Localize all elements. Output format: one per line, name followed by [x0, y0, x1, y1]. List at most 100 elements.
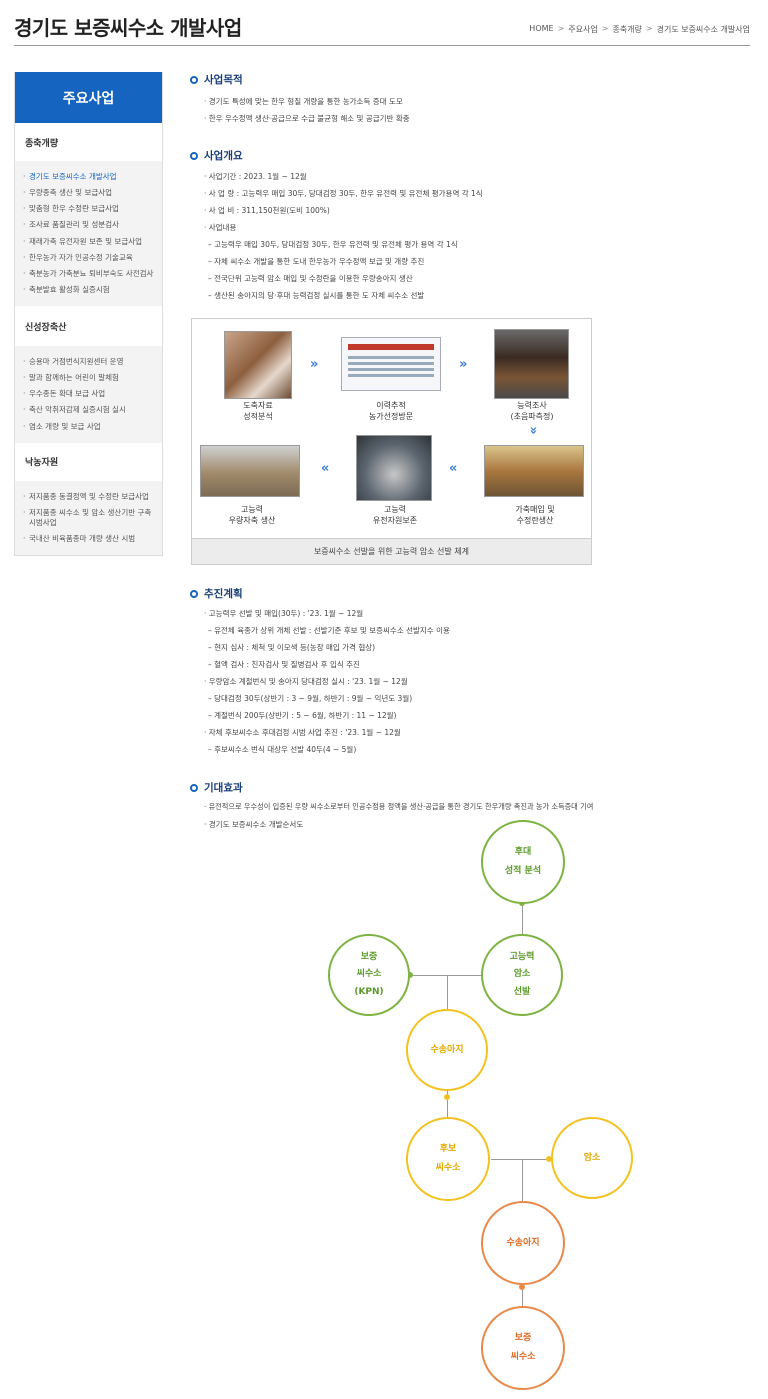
section-title-purpose: 사업목적: [190, 72, 243, 87]
photo-traceability-document: [341, 337, 441, 391]
node-kpn-bull: 보증 씨수소 (KPN): [328, 934, 410, 1016]
breadcrumb-separator: >: [645, 24, 653, 33]
diagram-connector: [522, 1287, 523, 1307]
plan-line: · 우량암소 계절번식 및 송아지 당대검정 실시 : '23. 1월 ~ 12…: [204, 677, 408, 686]
node-bull-calf-1: 수송아지: [406, 1009, 488, 1091]
sidebar-item[interactable]: 승용마 거점번식지원센터 운영: [15, 354, 162, 370]
section-bullet-icon: [190, 783, 198, 792]
flow-step-label: 고능력 우량자축 생산: [228, 505, 276, 525]
plan-subline: – 현지 심사 : 체척 및 이모색 등(농장 매입 가격 협상): [208, 643, 376, 652]
overview-subline: – 생산된 송아지의 당·후대 능력검정 실시를 통한 도 자체 씨수소 선발: [208, 291, 425, 300]
purpose-line: · 경기도 특성에 맞는 한우 형질 개량을 통한 농가소득 증대 도모: [204, 97, 403, 106]
section-title-text: 추진계획: [204, 588, 243, 600]
flow-caption: 보증씨수소 선발을 위한 고능력 암소 선발 체계: [192, 538, 591, 564]
effect-line: · 경기도 보증씨수소 개발순서도: [204, 820, 304, 829]
node-cow: 암소: [551, 1117, 633, 1199]
diagram-connector: [522, 1159, 523, 1201]
photo-calf-production: [200, 445, 300, 497]
sidebar: 주요사업 종축개량 경기도 보증씨수소 개발사업 우량종축 생산 및 보급사업 …: [14, 72, 163, 557]
node-progeny-analysis: 후대 성적 분석: [481, 820, 565, 904]
sidebar-item[interactable]: 말과 함께하는 어린이 말체험: [15, 370, 162, 386]
overview-subline: – 전국단위 고능력 암소 매입 및 수정란을 이용한 우량송아지 생산: [208, 274, 413, 283]
chevron-left-icon: «: [449, 461, 458, 476]
plan-subline: – 당대검정 30두(상반기 : 3 ~ 9월, 하반기 : 9월 ~ 익년도 …: [208, 694, 413, 703]
sidebar-group-new-growth[interactable]: 신성장축산: [15, 306, 162, 346]
sidebar-group-livestock[interactable]: 종축개량: [15, 123, 162, 161]
section-title-effect: 기대효과: [190, 780, 243, 795]
breadcrumb: HOME > 주요사업 > 종축개량 > 경기도 보증씨수소 개발사업: [529, 24, 750, 35]
photo-carcass-data: [224, 331, 292, 399]
sidebar-item-bojeung[interactable]: 경기도 보증씨수소 개발사업: [15, 169, 162, 185]
sidebar-item[interactable]: 저지품종 씨수소 및 암소 생산기반 구축 시범사업: [15, 505, 162, 531]
sidebar-item[interactable]: 한우농가 자가 인공수정 기술교육: [15, 250, 162, 266]
selection-flow-figure: » » 도축자료 성적분석 이력추적 농가선정방문 능력조사 (초음파측정) » « …: [191, 318, 592, 565]
flow-step-label: 능력조사 (초음파측정): [510, 401, 554, 421]
section-title-text: 사업개요: [204, 150, 243, 162]
sidebar-item[interactable]: 염소 개량 및 보급 사업: [15, 419, 162, 435]
plan-subline: – 후보씨수소 번식 대상우 선발 40두(4 ~ 5월): [208, 745, 357, 754]
overview-line: · 사업기간 : 2023. 1월 ~ 12월: [204, 172, 307, 181]
sidebar-item[interactable]: 국내산 비육품종마 개량 생산 시범: [15, 531, 162, 547]
breadcrumb-separator: >: [601, 24, 609, 33]
node-elite-cow-selection: 고능력 암소 선발: [481, 934, 563, 1016]
sidebar-title: 주요사업: [15, 72, 162, 123]
node-candidate-bull: 후보 씨수소: [406, 1117, 490, 1201]
sidebar-item[interactable]: 우수종돈 확대 보급 사업: [15, 386, 162, 402]
breadcrumb-separator: >: [557, 24, 565, 33]
breadcrumb-main-business[interactable]: 주요사업: [568, 24, 597, 35]
chevron-right-icon: »: [310, 357, 319, 372]
page-title: 경기도 보증씨수소 개발사업: [14, 16, 242, 40]
sidebar-item[interactable]: 축분발효 활성화 실증시험: [15, 282, 162, 298]
sidebar-item[interactable]: 축분농가 가축분뇨 퇴비부숙도 사전검사: [15, 266, 162, 282]
sidebar-item[interactable]: 재래가축 유전자원 보존 및 보급사업: [15, 234, 162, 250]
flow-step-label: 고능력 유전자원보존: [372, 505, 418, 525]
overview-line: · 사 업 량 : 고능력우 매입 30두, 당대검정 30두, 한우 유전력 …: [204, 189, 483, 198]
header-divider: [14, 45, 750, 46]
section-bullet-icon: [190, 75, 198, 84]
diagram-connector: [522, 903, 523, 935]
diagram-connector: [447, 975, 448, 1009]
sidebar-list-livestock: 경기도 보증씨수소 개발사업 우량종축 생산 및 보급사업 맞춤형 한우 수정란…: [15, 161, 162, 306]
chevron-right-icon: »: [459, 357, 468, 372]
flow-step-label: 가축매입 및 수정란생산: [515, 505, 555, 525]
section-bullet-icon: [190, 151, 198, 160]
sidebar-list-dairy: 저지품종 동결정액 및 수정란 보급사업 저지품종 씨수소 및 암소 생산기반 …: [15, 480, 162, 556]
overview-subline: – 자체 씨수소 개발을 통한 도내 한우농가 우수정액 보급 및 개량 추진: [208, 257, 425, 266]
section-title-text: 기대효과: [204, 782, 243, 794]
sidebar-item[interactable]: 우량종축 생산 및 보급사업: [15, 185, 162, 201]
sidebar-item[interactable]: 축산 악취저감제 실증시험 실시: [15, 402, 162, 418]
section-bullet-icon: [190, 589, 198, 598]
node-bull-calf-2: 수송아지: [481, 1201, 565, 1285]
breadcrumb-livestock-improvement[interactable]: 종축개량: [612, 24, 641, 35]
flow-step-label: 도축자료 성적분석: [243, 401, 273, 421]
overview-line: · 사 업 비 : 311,150천원(도비 100%): [204, 206, 330, 215]
chevron-left-icon: «: [321, 461, 330, 476]
sidebar-group-dairy[interactable]: 낙농자원: [15, 443, 162, 481]
photo-ultrasound-measurement: [494, 329, 569, 399]
overview-subline: – 고능력우 매입 30두, 당대검정 30두, 한우 유전력 및 유전체 평가…: [208, 240, 458, 249]
photo-genetic-resource-storage: [356, 435, 432, 501]
plan-subline: – 혈액 검사 : 친자검사 및 질병검사 후 입식 추진: [208, 660, 360, 669]
breadcrumb-current: 경기도 보증씨수소 개발사업: [656, 25, 750, 34]
plan-subline: – 유전체 육종가 상위 개체 선발 : 선발기준 후보 및 보증씨수소 선발지…: [208, 626, 450, 635]
diagram-connector: [410, 975, 481, 976]
breadcrumb-home[interactable]: HOME: [529, 24, 553, 35]
sidebar-list-new-growth: 승용마 거점번식지원센터 운영 말과 함께하는 어린이 말체험 우수종돈 확대 …: [15, 346, 162, 443]
section-title-plan: 추진계획: [190, 586, 243, 601]
plan-line: · 자체 후보씨수소 후대검정 시범 사업 추진 : '23. 1월 ~ 12월: [204, 728, 401, 737]
chevron-down-icon: »: [525, 426, 541, 435]
sidebar-item[interactable]: 저지품종 동결정액 및 수정란 보급사업: [15, 489, 162, 505]
connector-dot: [444, 1094, 450, 1100]
node-proven-bull: 보증 씨수소: [481, 1306, 565, 1390]
plan-subline: – 계절번식 200두(상반기 : 5 ~ 6월, 하반기 : 11 ~ 12월…: [208, 711, 397, 720]
overview-line: · 사업내용: [204, 223, 237, 232]
purpose-line: · 한우 우수정액 생산·공급으로 수급 불균형 해소 및 공급기반 확충: [204, 114, 410, 123]
photo-livestock-purchase: [484, 445, 584, 497]
flow-step-label: 이력추적 농가선정방문: [368, 401, 414, 421]
section-title-text: 사업목적: [204, 74, 243, 86]
plan-line: · 고능력우 선발 및 매입(30두) : '23. 1월 ~ 12월: [204, 609, 364, 618]
sidebar-item[interactable]: 맞춤형 한우 수정란 보급사업: [15, 201, 162, 217]
sidebar-item[interactable]: 조사료 품질관리 및 성분검사: [15, 217, 162, 233]
effect-line: · 유전적으로 우수성이 입증된 우량 씨수소로부터 인공수정용 정액을 생산·…: [204, 802, 594, 811]
section-title-overview: 사업개요: [190, 148, 243, 163]
